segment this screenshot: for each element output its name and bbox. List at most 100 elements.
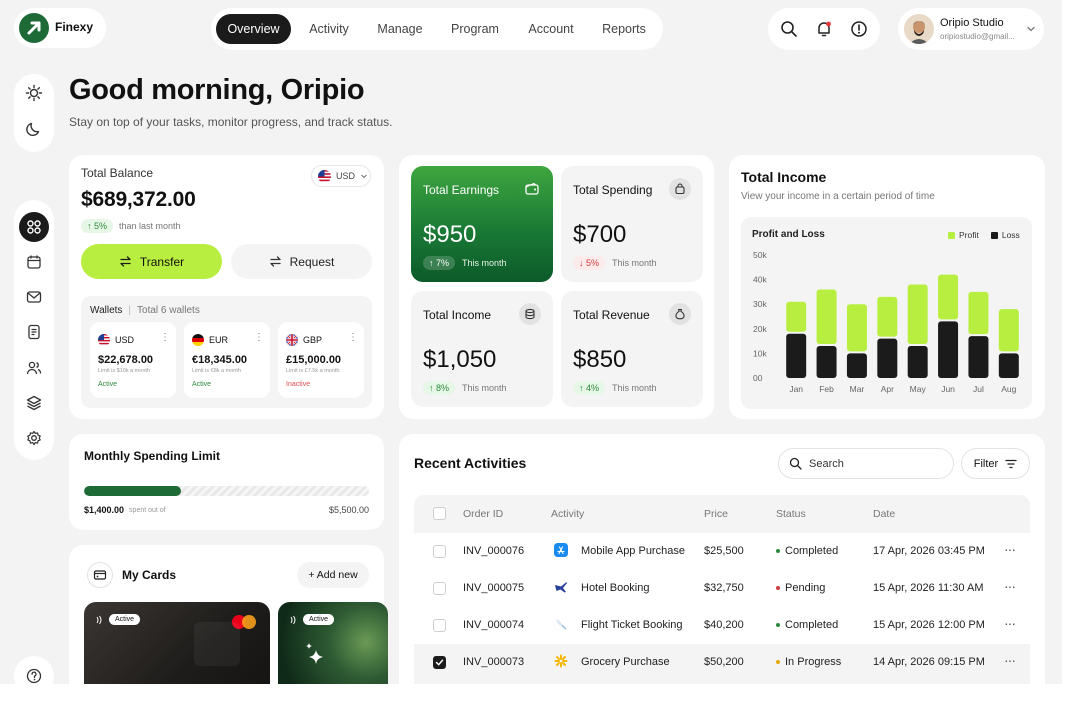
column-activity[interactable]: Activity: [551, 508, 584, 520]
row-checkbox[interactable]: [433, 619, 446, 632]
bar-profit-jan[interactable]: [786, 301, 807, 332]
bar-loss-aug[interactable]: [998, 353, 1019, 378]
search-input[interactable]: Search: [809, 458, 844, 470]
wallet-amount: €18,345.00: [192, 354, 248, 366]
bank-card-dark[interactable]: Active: [84, 602, 270, 684]
table-row[interactable]: INV_000076 Mobile App Purchase $25,500 C…: [414, 533, 1030, 570]
request-button[interactable]: Request: [231, 244, 372, 279]
more-horizontal-icon[interactable]: ···: [1004, 541, 1016, 557]
transfer-button[interactable]: Transfer: [81, 244, 222, 279]
bar-loss-jan[interactable]: [786, 333, 807, 378]
check-icon: [435, 659, 444, 666]
currency-select[interactable]: USD: [311, 165, 371, 187]
table-row[interactable]: INV_000074 Flight Ticket Booking $40,200…: [414, 607, 1030, 644]
column-order-id[interactable]: Order ID: [463, 508, 503, 520]
page-title: Good morning, Oripio: [69, 74, 365, 106]
tab-overview[interactable]: Overview: [216, 14, 291, 44]
tab-reports[interactable]: Reports: [591, 14, 657, 44]
search-icon[interactable]: [780, 20, 798, 38]
bar-loss-jun[interactable]: [938, 321, 959, 378]
status-badge: Pending: [785, 582, 826, 594]
sun-icon[interactable]: [25, 84, 43, 102]
tab-manage[interactable]: Manage: [367, 14, 433, 44]
column-date[interactable]: Date: [873, 508, 895, 520]
layers-icon[interactable]: [26, 395, 42, 411]
user-profile[interactable]: Oripio Studio oripiostudio@gmail...: [898, 8, 1044, 50]
activities-search[interactable]: Search: [778, 448, 954, 479]
tab-program[interactable]: Program: [441, 14, 509, 44]
wallet-limit: Limit is $10k a month: [98, 368, 150, 374]
grocery-icon: [554, 654, 568, 668]
more-horizontal-icon[interactable]: ···: [1004, 652, 1016, 668]
row-checkbox[interactable]: [433, 545, 446, 558]
mail-icon[interactable]: [26, 289, 42, 305]
moon-icon[interactable]: [25, 120, 43, 138]
info-icon[interactable]: [850, 20, 868, 38]
wallet-card-usd[interactable]: USD ⋮ $22,678.00 Limit is $10k a month A…: [90, 322, 176, 398]
card-status-badge: Active: [109, 614, 141, 625]
more-horizontal-icon[interactable]: ···: [1004, 615, 1016, 631]
stat-value: $850: [573, 346, 627, 373]
x-tick-label: Feb: [819, 384, 834, 394]
bank-card-green[interactable]: Active: [278, 602, 388, 684]
stat-label: Total Revenue: [573, 308, 650, 322]
stat-label: Total Spending: [573, 183, 653, 197]
bar-loss-feb[interactable]: [816, 346, 837, 378]
more-vertical-icon[interactable]: ⋮: [254, 332, 264, 343]
bar-loss-may[interactable]: [907, 346, 928, 378]
more-vertical-icon[interactable]: ⋮: [348, 332, 358, 343]
price: $25,500: [704, 545, 744, 557]
plane-icon: [554, 617, 568, 631]
bar-profit-may[interactable]: [907, 284, 928, 345]
x-tick-label: Jun: [941, 384, 955, 394]
transfer-label: Transfer: [139, 254, 185, 269]
stat-total-earnings[interactable]: Total Earnings $950 ↑ 7% This month: [411, 166, 553, 282]
select-all-checkbox[interactable]: [433, 507, 446, 520]
activity-name: Mobile App Purchase: [581, 545, 685, 557]
stat-total-spending[interactable]: Total Spending $700 ↓ 5% This month: [561, 166, 703, 282]
bar-loss-jul[interactable]: [968, 336, 989, 378]
document-icon[interactable]: [26, 324, 42, 340]
bar-profit-apr[interactable]: [877, 296, 898, 337]
tab-activity[interactable]: Activity: [297, 14, 361, 44]
total-income-card: Total Income View your income in a certa…: [729, 155, 1045, 419]
x-tick-label: Jan: [789, 384, 803, 394]
logo[interactable]: Finexy: [14, 8, 106, 48]
calendar-icon[interactable]: [26, 254, 42, 270]
table-row[interactable]: INV_000073 Grocery Purchase $50,200 In P…: [414, 644, 1030, 681]
wallet-amount: £15,000.00: [286, 354, 342, 366]
row-checkbox[interactable]: [433, 656, 446, 669]
bell-icon[interactable]: [815, 20, 833, 38]
wallet-card-eur[interactable]: EUR ⋮ €18,345.00 Limit is €8k a month Ac…: [184, 322, 270, 398]
wallet-card-gbp[interactable]: GBP ⋮ £15,000.00 Limit is £7.5k a month …: [278, 322, 364, 398]
add-card-button[interactable]: + Add new: [297, 562, 369, 588]
filter-button[interactable]: Filter: [961, 448, 1030, 479]
bar-profit-mar[interactable]: [846, 304, 867, 352]
status-dot: [776, 586, 780, 590]
column-status[interactable]: Status: [776, 508, 806, 520]
dashboard-icon[interactable]: [19, 212, 49, 242]
bar-profit-jul[interactable]: [968, 291, 989, 335]
users-icon[interactable]: [26, 360, 42, 376]
wallet-status: Active: [98, 381, 118, 388]
help-button[interactable]: [14, 656, 54, 684]
more-horizontal-icon[interactable]: ···: [1004, 578, 1016, 594]
bar-profit-jun[interactable]: [938, 274, 959, 320]
activities-table: Order ID Activity Price Status Date INV_…: [414, 495, 1030, 684]
stat-total-income[interactable]: Total Income $1,050 ↑ 8% This month: [411, 291, 553, 407]
row-checkbox[interactable]: [433, 582, 446, 595]
table-row[interactable]: INV_000075 Hotel Booking $32,750 Pending…: [414, 570, 1030, 607]
bar-loss-mar[interactable]: [846, 353, 867, 378]
bar-profit-feb[interactable]: [816, 289, 837, 345]
tab-account[interactable]: Account: [517, 14, 585, 44]
stat-total-revenue[interactable]: Total Revenue $850 ↑ 4% This month: [561, 291, 703, 407]
header-actions: [768, 8, 880, 50]
column-price[interactable]: Price: [704, 508, 728, 520]
chevron-down-icon[interactable]: [1026, 24, 1036, 34]
bar-profit-aug[interactable]: [998, 309, 1019, 352]
activity-name: Flight Ticket Booking: [581, 619, 683, 631]
gear-icon[interactable]: [26, 430, 42, 446]
request-label: Request: [289, 254, 335, 269]
more-vertical-icon[interactable]: ⋮: [160, 332, 170, 343]
bar-loss-apr[interactable]: [877, 338, 898, 378]
